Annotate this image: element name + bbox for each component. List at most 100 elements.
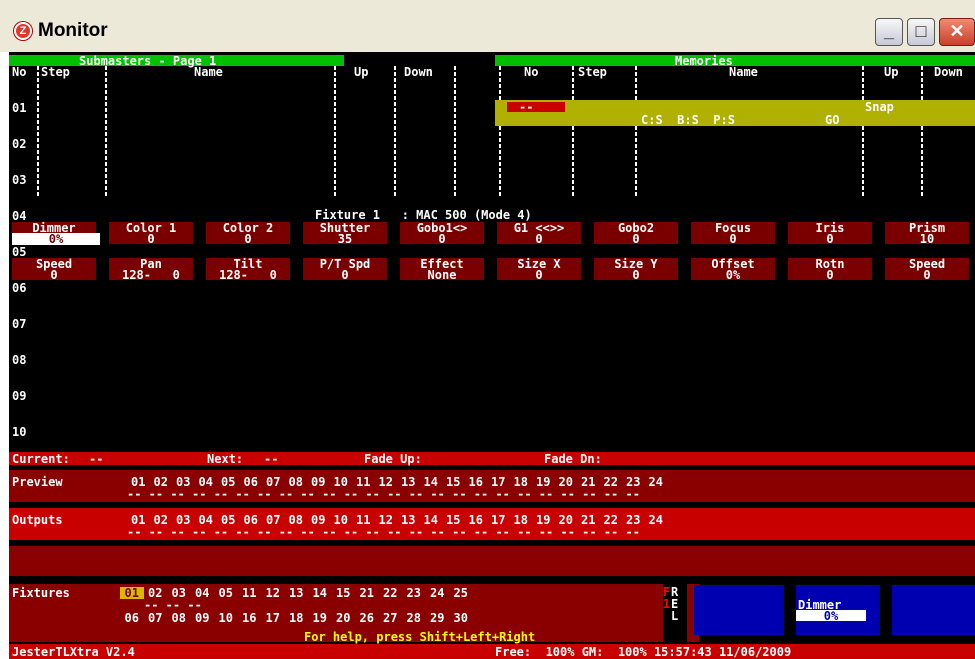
submaster-row[interactable]: 02 bbox=[12, 138, 41, 150]
mem-separator bbox=[862, 66, 864, 198]
fixture-button[interactable]: 12 bbox=[261, 587, 285, 599]
submaster-row[interactable]: 09 bbox=[12, 390, 41, 402]
fixture-button[interactable]: 21 bbox=[355, 587, 379, 599]
param-focus[interactable]: Focus 0 bbox=[691, 222, 775, 246]
mem-header-down: Down bbox=[934, 65, 963, 79]
param-effect-speed[interactable]: Speed 0 bbox=[885, 258, 969, 281]
fixture-button[interactable]: 19 bbox=[308, 612, 332, 624]
fixture-button[interactable]: 17 bbox=[261, 612, 285, 624]
mem-separator bbox=[921, 66, 923, 198]
window-titlebar[interactable]: Z Monitor _ □ ✕ bbox=[0, 0, 975, 52]
param-size-x[interactable]: Size X0 bbox=[497, 258, 581, 282]
fixture-button[interactable]: 25 bbox=[449, 587, 473, 599]
status-bar: Current: -- Next: -- Fade Up: Fade Dn: bbox=[9, 452, 975, 465]
fixture-button[interactable]: 23 bbox=[402, 587, 426, 599]
status-line: Free: 100% GM: 100% 15:57:43 11/06/2009 bbox=[495, 645, 792, 659]
param-color1[interactable]: Color 10 bbox=[109, 222, 193, 245]
fixture-button[interactable]: 20 bbox=[332, 612, 356, 624]
param-value: 0 bbox=[438, 232, 446, 246]
fixture-button[interactable]: 07 bbox=[144, 612, 168, 624]
fixture-button[interactable]: 16 bbox=[238, 612, 262, 624]
fixtures-label: Fixtures bbox=[12, 586, 70, 600]
fixture-row-1-levels: -- -- -- bbox=[144, 598, 202, 612]
fixture-button-selected[interactable]: 01 bbox=[120, 587, 144, 599]
memory-number: -- bbox=[519, 100, 534, 114]
fixture-button[interactable]: 14 bbox=[308, 587, 332, 599]
memory-current-row[interactable]: -- C:S B:S P:S GO Snap bbox=[495, 100, 975, 126]
param-pan[interactable]: Pan 128- 0 bbox=[109, 258, 193, 281]
fixture-button[interactable]: 29 bbox=[426, 612, 450, 624]
param-gobo2[interactable]: Gobo2 0 bbox=[594, 222, 678, 245]
fixture-button[interactable]: 27 bbox=[379, 612, 403, 624]
fixture-row-2: 06 07 08 09 10 16 17 18 19 20 26 27 28 29 30 bbox=[120, 612, 473, 624]
fixture-button[interactable]: 15 bbox=[332, 587, 356, 599]
param-tilt[interactable]: Tilt 128- 0 bbox=[206, 258, 290, 281]
memory-up-snap: Snap bbox=[865, 100, 894, 114]
param-prism[interactable]: Prism 10 bbox=[885, 222, 969, 246]
param-pt-speed[interactable]: P/T Spd 0 bbox=[303, 258, 387, 281]
fixture-button[interactable]: 30 bbox=[449, 612, 473, 624]
param-value: 0 bbox=[729, 232, 737, 246]
output-levels: -- -- -- -- -- -- -- -- -- -- -- -- -- -… bbox=[127, 525, 640, 539]
fixture-button[interactable]: 09 bbox=[191, 612, 215, 624]
mem-separator bbox=[572, 66, 574, 198]
next-label: Next: bbox=[207, 452, 244, 466]
param-value: 0 bbox=[535, 268, 543, 282]
fixture-button[interactable]: 08 bbox=[167, 612, 191, 624]
param-rotation[interactable]: Rotn 0 bbox=[788, 258, 872, 281]
submaster-row[interactable]: 10 bbox=[12, 426, 41, 438]
param-g1-rotate[interactable]: G1 <<>> 0 bbox=[497, 222, 581, 245]
submaster-row[interactable]: 06 bbox=[12, 282, 41, 294]
param-effect[interactable]: Effect None bbox=[400, 258, 484, 281]
memory-number-cell: -- bbox=[507, 100, 565, 114]
fade-up-label: Fade Up: bbox=[364, 452, 422, 466]
mem-header-step: Step bbox=[578, 65, 607, 79]
preview-levels: -- -- -- -- -- -- -- -- -- -- -- -- -- -… bbox=[127, 487, 640, 501]
param-shutter[interactable]: Shutter 35 bbox=[303, 222, 387, 246]
channel-number[interactable]: 24 bbox=[645, 476, 668, 488]
mem-separator bbox=[635, 66, 637, 198]
fixture-button[interactable]: 28 bbox=[402, 612, 426, 624]
param-iris[interactable]: Iris 0 bbox=[788, 222, 872, 245]
submaster-row[interactable]: 03 bbox=[12, 174, 41, 186]
sub-separator bbox=[394, 66, 396, 198]
maximize-icon: □ bbox=[915, 21, 927, 41]
param-size-y[interactable]: Size Y0 bbox=[594, 258, 678, 281]
param-value: 0 bbox=[50, 268, 58, 282]
close-button[interactable]: ✕ bbox=[939, 18, 975, 46]
memory-name: C:S B:S P:S bbox=[641, 113, 735, 127]
fixture-display-box bbox=[892, 585, 975, 635]
minimize-button[interactable]: _ bbox=[875, 18, 903, 46]
fixture-button[interactable]: 05 bbox=[214, 587, 238, 599]
rel-number-1: 1 bbox=[663, 597, 671, 611]
fixture-button[interactable]: 13 bbox=[285, 587, 309, 599]
outputs-label: Outputs bbox=[12, 513, 63, 527]
fixture-button[interactable]: 06 bbox=[120, 612, 144, 624]
param-dimmer[interactable]: Dimmer 0% bbox=[12, 222, 100, 245]
fixture-button[interactable]: 18 bbox=[285, 612, 309, 624]
param-value: 35 bbox=[337, 232, 353, 246]
window-title: Monitor bbox=[38, 20, 108, 41]
param-speed[interactable]: Speed 0 bbox=[12, 258, 96, 282]
submaster-row[interactable]: 07 bbox=[12, 318, 41, 330]
sub-separator bbox=[334, 66, 336, 198]
param-offset[interactable]: Offset 0% bbox=[691, 258, 775, 281]
fade-dn-label: Fade Dn: bbox=[544, 452, 602, 466]
param-value: 0 bbox=[244, 232, 252, 246]
fixture-button[interactable]: 26 bbox=[355, 612, 379, 624]
dimmer-display-box[interactable]: Dimmer 0% bbox=[796, 585, 880, 635]
dimmer-display-value: 0% bbox=[796, 610, 866, 622]
fixture-button[interactable]: 11 bbox=[238, 587, 262, 599]
submaster-row[interactable]: 01 bbox=[12, 102, 41, 114]
maximize-button[interactable]: □ bbox=[907, 18, 935, 46]
current-value: -- bbox=[89, 452, 104, 466]
submaster-row[interactable]: 08 bbox=[12, 354, 41, 366]
sub-header-name: Name bbox=[194, 65, 223, 79]
fixture-button[interactable]: 22 bbox=[379, 587, 403, 599]
fixture-button[interactable]: 24 bbox=[426, 587, 450, 599]
param-value: 10 bbox=[919, 232, 935, 246]
param-gobo1[interactable]: Gobo1<> 0 bbox=[400, 222, 484, 246]
channel-number[interactable]: 24 bbox=[645, 514, 668, 526]
param-color2[interactable]: Color 20 bbox=[206, 222, 290, 246]
fixture-button[interactable]: 10 bbox=[214, 612, 238, 624]
